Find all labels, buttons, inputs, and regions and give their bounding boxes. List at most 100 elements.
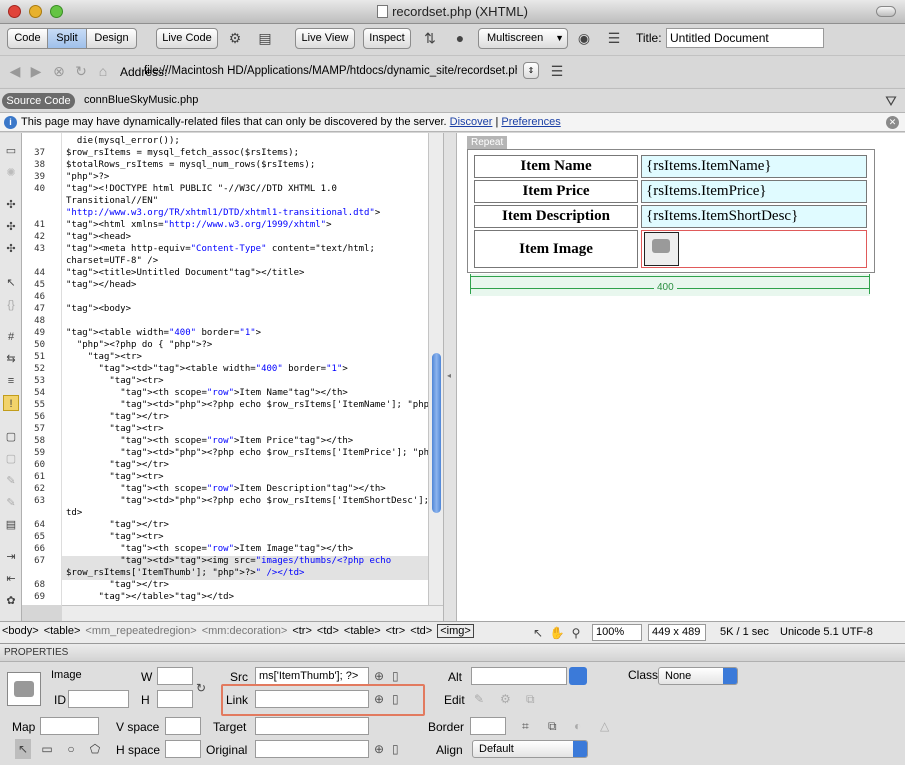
item-name-cell[interactable]: {rsItems.ItemName} xyxy=(641,155,867,178)
pointer-tool-icon[interactable]: ↖ xyxy=(530,623,546,643)
code-line[interactable]: "php"><?php do { "php">?> xyxy=(66,340,212,350)
code-line[interactable]: "tag"><th scope="row">Item Image"tag"></… xyxy=(66,544,353,554)
code-line[interactable]: "tag"><th scope="row">Item Description"t… xyxy=(66,484,386,494)
link-input[interactable] xyxy=(255,690,369,708)
tag-selector-item[interactable]: <td> xyxy=(317,625,339,637)
move-css-icon[interactable]: ▤ xyxy=(3,517,19,533)
point-to-file-icon[interactable]: ⊕ xyxy=(374,668,384,684)
code-line[interactable]: "tag"><td>"php"><?php echo $row_rsItems[… xyxy=(66,400,428,410)
original-browse-folder-icon[interactable]: ▯ xyxy=(392,741,399,757)
vspace-input[interactable] xyxy=(165,717,201,735)
refresh-view-icon[interactable]: ◉ xyxy=(573,28,595,48)
browse-folder-icon[interactable]: ▯ xyxy=(392,668,399,684)
file-transfer-icon[interactable]: ⇅ xyxy=(419,28,441,48)
visual-aids-icon[interactable]: ▤ xyxy=(254,28,276,48)
tag-selector-item[interactable]: <body> xyxy=(2,625,39,637)
height-input[interactable] xyxy=(157,690,193,708)
zoom-select[interactable]: 100% xyxy=(592,624,642,641)
code-line[interactable]: "tag"><td>"php"><?php echo $row_rsItems[… xyxy=(66,496,428,506)
code-line[interactable]: "tag"></head> xyxy=(66,280,136,290)
tag-selector-item[interactable]: <tr> xyxy=(292,625,312,637)
collapse-selection-icon[interactable]: ✣ xyxy=(3,219,19,235)
filter-icon[interactable]: ⛛ xyxy=(882,91,900,111)
item-image-cell[interactable] xyxy=(641,230,867,268)
resample-icon[interactable]: ⧉ xyxy=(548,718,557,734)
code-line[interactable]: $totalRows_rsItems = mysql_num_rows($rsI… xyxy=(66,160,315,170)
address-input[interactable]: file:///Macintosh HD/Applications/MAMP/h… xyxy=(141,62,517,82)
align-select[interactable]: Default xyxy=(472,740,588,758)
open-documents-icon[interactable]: ▭ xyxy=(3,143,19,159)
highlight-invalid-code-icon[interactable]: ⇆ xyxy=(3,351,19,367)
document-title-input[interactable]: Untitled Document xyxy=(666,28,824,48)
code-line[interactable]: "php">?> xyxy=(66,172,109,182)
properties-header[interactable]: PROPERTIES xyxy=(0,644,905,662)
tag-selector-item[interactable]: <table> xyxy=(44,625,81,637)
expand-all-icon[interactable]: ✣ xyxy=(3,241,19,257)
code-line[interactable]: "tag"><tr> xyxy=(66,532,163,542)
refresh-icon[interactable]: ↻ xyxy=(72,61,90,81)
pointer-hotspot-tool-icon[interactable]: ↖ xyxy=(15,739,31,759)
hspace-input[interactable] xyxy=(165,740,201,758)
code-line[interactable]: "tag"><meta http-equiv="Content-Type" co… xyxy=(66,244,375,254)
multiscreen-button[interactable]: Multiscreen ▼ xyxy=(478,28,568,49)
tag-selector-item[interactable]: <mm:decoration> xyxy=(202,625,288,637)
live-code-button[interactable]: Live Code xyxy=(156,28,218,49)
code-scroll-thumb[interactable] xyxy=(432,353,441,513)
split-view-button[interactable]: Split xyxy=(48,29,87,48)
indent-code-icon[interactable]: ⇥ xyxy=(3,549,19,565)
code-line[interactable]: "tag"></tr> xyxy=(66,520,169,530)
recent-snippets-icon[interactable]: ✎ xyxy=(3,495,19,511)
item-description-cell[interactable]: {rsItems.ItemShortDesc} xyxy=(641,205,867,228)
code-line[interactable]: "tag"><tr> xyxy=(66,424,163,434)
toolbar-toggle-button[interactable] xyxy=(876,6,896,17)
tag-selector-item[interactable]: <img> xyxy=(437,624,474,638)
stop-icon[interactable]: ⊗ xyxy=(50,61,68,81)
edit-settings-icon[interactable]: ⚙ xyxy=(500,691,511,707)
code-line[interactable]: "tag"><td>"php"><?php echo $row_rsItems[… xyxy=(66,448,428,458)
code-line[interactable]: "http://www.w3.org/TR/xhtml1/DTD/xhtml1-… xyxy=(66,208,380,218)
width-input[interactable] xyxy=(157,667,193,685)
code-line[interactable]: td> xyxy=(66,508,82,518)
code-view-button[interactable]: Code xyxy=(8,29,48,48)
code-line[interactable]: "tag"><tr> xyxy=(66,472,163,482)
crop-icon[interactable]: ⌗ xyxy=(522,718,529,734)
design-view-button[interactable]: Design xyxy=(87,29,136,48)
tag-selector-item[interactable]: <mm_repeatedregion> xyxy=(85,625,196,637)
hand-tool-icon[interactable]: ✋ xyxy=(549,623,565,643)
id-input[interactable] xyxy=(68,690,129,708)
code-line[interactable]: "tag"><td>"tag"><img src="images/thumbs/… xyxy=(66,556,391,566)
source-code-tab[interactable]: Source Code xyxy=(2,93,75,109)
browser-compatibility-icon[interactable]: ⚙ xyxy=(224,28,246,48)
outdent-code-icon[interactable]: ⇤ xyxy=(3,571,19,587)
view-options-icon[interactable]: ☰ xyxy=(603,28,625,48)
inspect-button[interactable]: Inspect xyxy=(363,28,411,49)
code-line[interactable]: "tag"><td>"tag"><table width="400" borde… xyxy=(66,364,348,374)
address-dropdown-button[interactable]: ⇕ xyxy=(523,62,539,79)
code-line[interactable]: "tag"><th scope="row">Item Name"tag"></t… xyxy=(66,388,348,398)
reset-size-icon[interactable]: ↻ xyxy=(194,678,208,698)
code-editor[interactable]: die(mysql_error()); $row_rsItems = mysql_… xyxy=(62,133,428,605)
brightness-contrast-icon[interactable]: ◐ xyxy=(574,718,581,734)
sharpen-icon[interactable]: △ xyxy=(600,718,609,734)
rectangle-hotspot-tool-icon[interactable]: ▭ xyxy=(39,739,55,759)
code-line[interactable]: die(mysql_error()); xyxy=(66,136,180,146)
item-price-cell[interactable]: {rsItems.ItemPrice} xyxy=(641,180,867,203)
select-parent-tag-icon[interactable]: ↖ xyxy=(3,275,19,291)
tag-selector-item[interactable]: <tr> xyxy=(386,625,406,637)
code-line[interactable]: "tag"><th scope="row">Item Price"tag"></… xyxy=(66,436,353,446)
remove-comment-icon[interactable]: ▢ xyxy=(3,451,19,467)
line-numbers-icon[interactable]: # xyxy=(3,329,19,345)
code-vertical-scrollbar[interactable] xyxy=(428,133,443,605)
collapse-tag-icon[interactable]: ✣ xyxy=(3,197,19,213)
target-input[interactable] xyxy=(255,717,369,735)
code-horizontal-scrollbar[interactable] xyxy=(62,605,443,621)
class-select[interactable]: None xyxy=(658,667,738,685)
apply-comment-icon[interactable]: ▢ xyxy=(3,429,19,445)
close-icon[interactable]: ✕ xyxy=(886,116,899,129)
alt-input[interactable] xyxy=(471,667,567,685)
table-width-label[interactable]: 400 xyxy=(654,282,677,293)
circle-hotspot-tool-icon[interactable]: ○ xyxy=(63,739,79,759)
wrap-tag-icon[interactable]: ✎ xyxy=(3,473,19,489)
syntax-error-alerts-icon[interactable]: ! xyxy=(3,395,19,411)
split-divider[interactable]: ◂ xyxy=(443,133,457,621)
